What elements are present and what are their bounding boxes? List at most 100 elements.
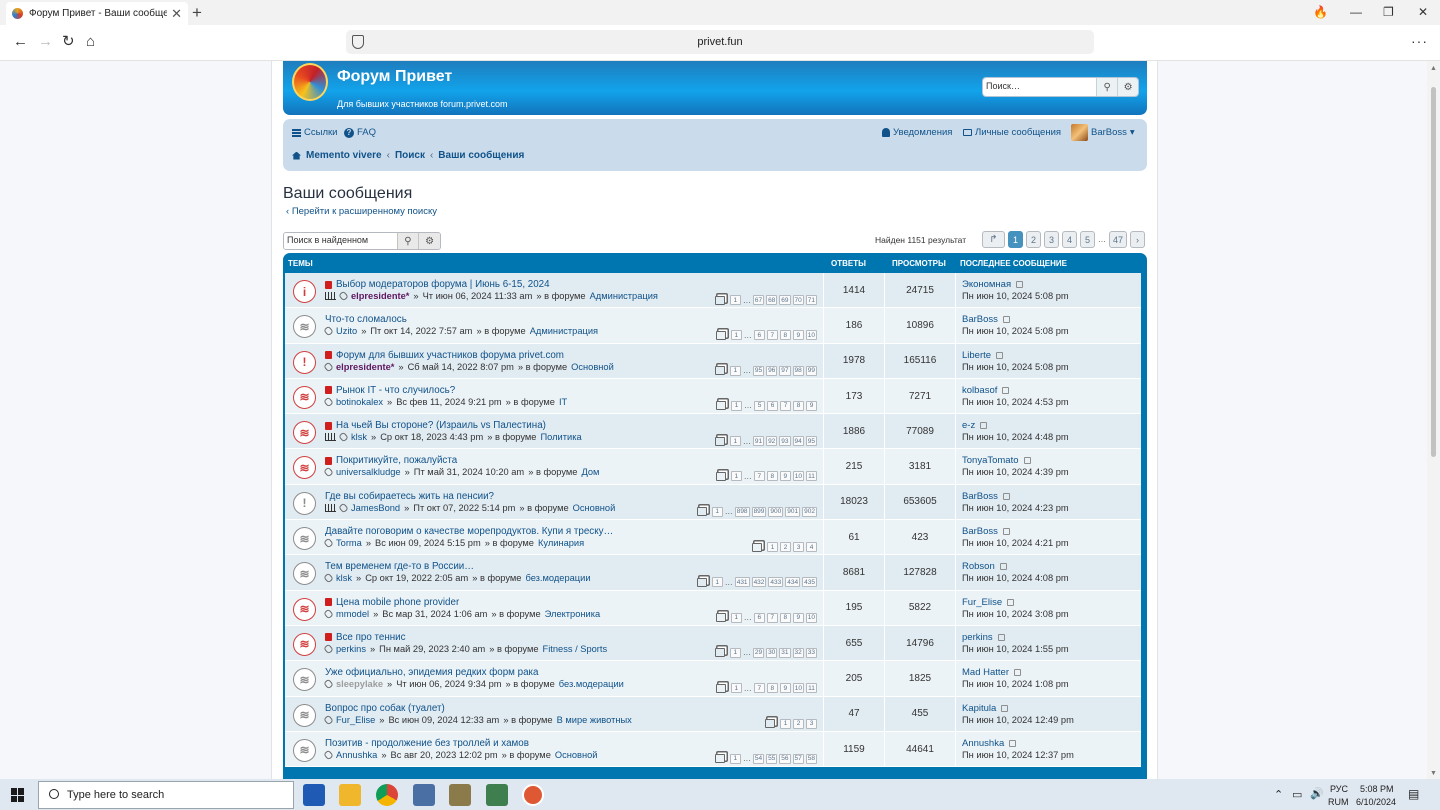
restore-icon[interactable]: ❐ bbox=[1383, 5, 1394, 19]
topic-page-link[interactable]: 6 bbox=[753, 330, 765, 341]
topic-page-link[interactable]: 70 bbox=[792, 295, 804, 305]
topic-page-link[interactable]: 1 bbox=[729, 365, 741, 376]
topic-forum[interactable]: Основной bbox=[571, 362, 614, 372]
last-post-user[interactable]: BarBoss bbox=[962, 491, 998, 502]
go-to-last-post-icon[interactable] bbox=[1001, 704, 1009, 712]
topic-title[interactable]: Все про теннис bbox=[336, 632, 406, 643]
topic-page-link[interactable]: 9 bbox=[806, 400, 817, 411]
topic-page-link[interactable]: 1 bbox=[767, 542, 778, 553]
advanced-search-link[interactable]: ‹ Перейти к расширенному поиску bbox=[286, 206, 437, 217]
topic-page-link[interactable]: 9 bbox=[779, 471, 791, 482]
topic-title[interactable]: Рынок IT - что случилось? bbox=[336, 385, 455, 396]
go-to-last-post-icon[interactable] bbox=[996, 351, 1004, 359]
topic-page-link[interactable]: 7 bbox=[753, 683, 765, 694]
notifications-icon[interactable]: ▤ bbox=[1408, 787, 1419, 801]
unread-post-icon[interactable] bbox=[325, 351, 332, 360]
topic-page-link[interactable]: 901 bbox=[785, 506, 801, 517]
go-to-last-post-icon[interactable] bbox=[1002, 492, 1010, 500]
page-last[interactable]: 47 bbox=[1109, 231, 1128, 248]
page-2[interactable]: 2 bbox=[1026, 231, 1041, 248]
topic-page-link[interactable]: 8 bbox=[766, 683, 778, 694]
topic-page-link[interactable]: 99 bbox=[805, 365, 817, 376]
close-window-icon[interactable]: ✕ bbox=[1418, 5, 1428, 19]
topic-page-link[interactable]: 11 bbox=[806, 683, 817, 694]
topic-page-link[interactable]: 1 bbox=[730, 612, 742, 623]
topic-page-link[interactable]: 95 bbox=[752, 365, 765, 376]
topic-page-link[interactable]: 92 bbox=[766, 436, 778, 447]
topic-forum[interactable]: Администрация bbox=[590, 291, 658, 301]
topic-page-link[interactable]: 902 bbox=[802, 506, 817, 517]
last-post-user[interactable]: Экономная bbox=[962, 279, 1011, 290]
volume-icon[interactable]: 🔊 bbox=[1310, 787, 1324, 800]
topic-forum[interactable]: без.модерации bbox=[525, 573, 590, 583]
go-to-last-post-icon[interactable] bbox=[1023, 457, 1031, 465]
page-3[interactable]: 3 bbox=[1044, 231, 1059, 248]
clock-time[interactable]: 5:08 PM bbox=[1360, 784, 1394, 794]
last-post-user[interactable]: kolbasof bbox=[962, 385, 997, 396]
topic-author[interactable]: klsk bbox=[351, 432, 367, 442]
topic-page-link[interactable]: 9 bbox=[792, 612, 804, 623]
topic-author[interactable]: Annushka bbox=[336, 750, 377, 760]
topic-page-link[interactable]: 9 bbox=[792, 330, 804, 341]
topic-page-link[interactable]: 6 bbox=[767, 400, 778, 411]
gear-icon[interactable]: ⚙ bbox=[1117, 78, 1138, 96]
topic-forum[interactable]: Основной bbox=[555, 750, 598, 760]
topic-title[interactable]: Форум для бывших участников форума prive… bbox=[336, 350, 564, 361]
clock-date[interactable]: 6/10/2024 bbox=[1356, 797, 1396, 807]
topic-forum[interactable]: В мире животных bbox=[557, 715, 632, 725]
topic-author[interactable]: mmodel bbox=[336, 609, 369, 619]
topic-author[interactable]: klsk bbox=[336, 573, 352, 583]
topic-page-link[interactable]: 5 bbox=[754, 400, 765, 411]
last-post-user[interactable]: Robson bbox=[962, 561, 995, 572]
topic-page-link[interactable]: 95 bbox=[805, 436, 817, 447]
topic-page-link[interactable]: 900 bbox=[768, 506, 784, 517]
topic-page-link[interactable]: 71 bbox=[805, 295, 817, 305]
last-post-user[interactable]: e-z bbox=[962, 420, 975, 431]
topic-page-link[interactable]: 8 bbox=[779, 612, 791, 623]
go-to-last-post-icon[interactable] bbox=[997, 633, 1005, 641]
browser-tab-active[interactable]: Форум Привет - Ваши сообщения ✕ bbox=[6, 2, 188, 25]
topic-page-link[interactable]: 8 bbox=[766, 471, 778, 482]
topic-title[interactable]: Уже официально, эпидемия редких форм рак… bbox=[325, 667, 538, 678]
unread-post-icon[interactable] bbox=[325, 633, 332, 642]
topic-title[interactable]: Что-то сломалось bbox=[325, 314, 407, 325]
app-icon[interactable] bbox=[449, 784, 471, 806]
topic-page-link[interactable]: 432 bbox=[751, 577, 767, 588]
go-to-last-post-icon[interactable] bbox=[1009, 739, 1017, 747]
topic-page-link[interactable]: 1 bbox=[730, 683, 742, 694]
last-post-user[interactable]: perkins bbox=[962, 632, 993, 643]
close-tab-icon[interactable]: ✕ bbox=[171, 6, 182, 22]
topic-author[interactable]: Torma bbox=[336, 538, 362, 548]
topic-author[interactable]: perkins bbox=[336, 644, 366, 654]
topic-page-link[interactable]: 1 bbox=[729, 295, 741, 305]
topic-page-link[interactable]: 6 bbox=[753, 612, 765, 623]
topic-page-link[interactable]: 898 bbox=[734, 506, 750, 517]
chevron-up-icon[interactable]: ⌃ bbox=[1274, 788, 1283, 801]
topic-author[interactable]: botinokalex bbox=[336, 397, 383, 407]
topic-page-link[interactable]: 10 bbox=[805, 330, 817, 341]
filter-search-input[interactable]: Поиск в найденном bbox=[284, 233, 397, 249]
topic-page-link[interactable]: 4 bbox=[806, 542, 817, 553]
notifications-link[interactable]: Уведомления bbox=[882, 127, 952, 138]
topic-page-link[interactable]: 33 bbox=[805, 647, 817, 658]
topic-page-link[interactable]: 54 bbox=[752, 753, 765, 764]
site-title[interactable]: Форум Привет bbox=[337, 68, 452, 86]
topic-forum[interactable]: IT bbox=[559, 397, 567, 407]
windows-start-icon[interactable] bbox=[11, 788, 25, 802]
last-post-user[interactable]: TonyaTomato bbox=[962, 455, 1019, 466]
last-post-user[interactable]: Kapitula bbox=[962, 703, 996, 714]
last-post-user[interactable]: Fur_Elise bbox=[962, 597, 1002, 608]
topic-forum[interactable]: Политика bbox=[540, 432, 581, 442]
topic-page-link[interactable]: 32 bbox=[792, 647, 804, 658]
topic-page-link[interactable]: 69 bbox=[779, 295, 791, 305]
site-logo[interactable] bbox=[292, 63, 328, 101]
calculator-app-icon[interactable] bbox=[486, 784, 508, 806]
last-post-user[interactable]: Annushka bbox=[962, 738, 1004, 749]
topic-page-link[interactable]: 57 bbox=[792, 753, 804, 764]
scroll-down-icon[interactable]: ▼ bbox=[1430, 770, 1437, 777]
links-menu[interactable]: Ссылки bbox=[292, 127, 337, 138]
faq-link[interactable]: ? FAQ bbox=[344, 127, 376, 138]
topic-page-link[interactable]: 97 bbox=[779, 365, 791, 376]
go-to-last-post-icon[interactable] bbox=[1007, 598, 1015, 606]
topic-page-link[interactable]: 9 bbox=[779, 683, 791, 694]
